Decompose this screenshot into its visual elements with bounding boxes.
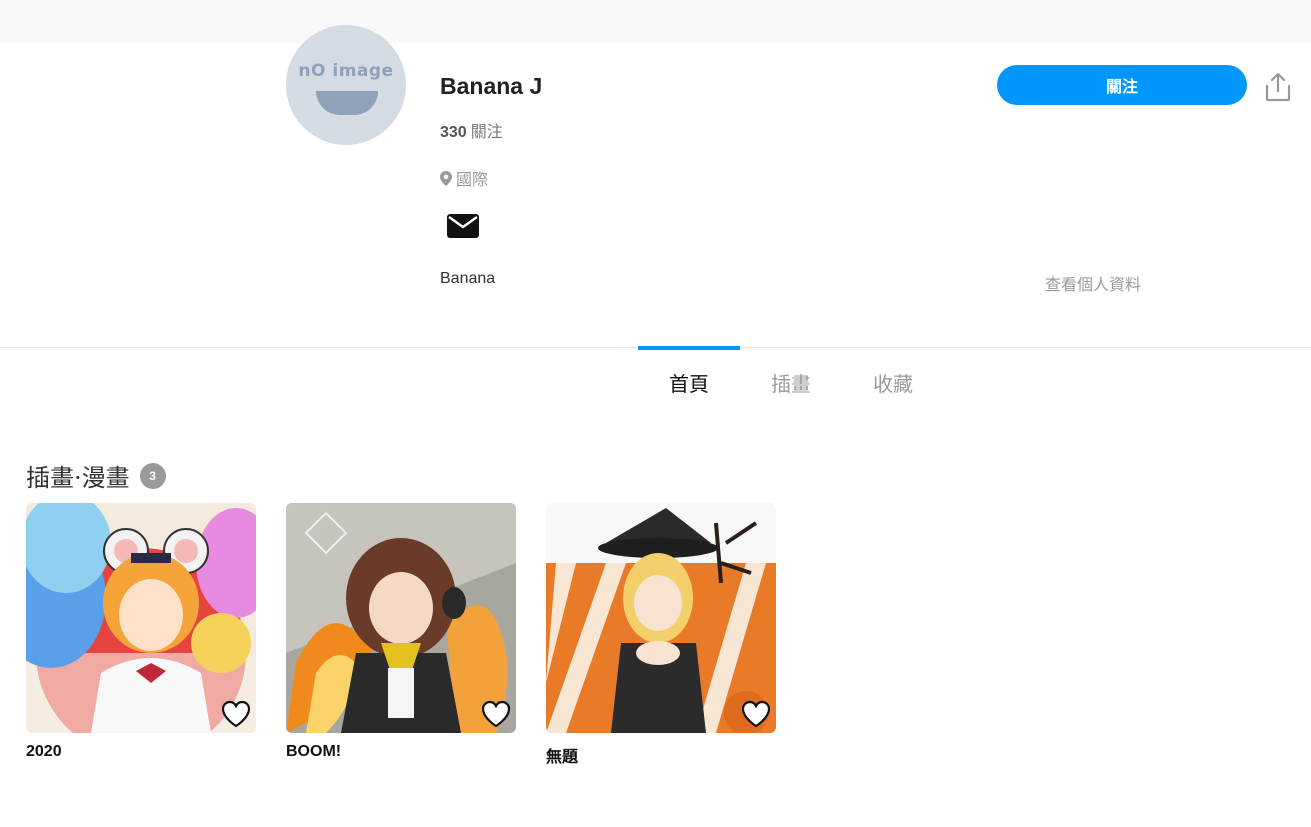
mail-icon[interactable] — [447, 214, 479, 238]
heart-icon[interactable] — [480, 699, 512, 729]
avatar-placeholder-smile — [316, 91, 378, 115]
work-thumbnail[interactable] — [26, 503, 256, 733]
work-thumbnail[interactable] — [546, 503, 776, 733]
work-card: 2020 — [26, 503, 256, 761]
tab-bookmarks[interactable]: 收藏 — [842, 346, 944, 418]
bio-text: Banana — [440, 270, 496, 287]
work-card: 無題 — [546, 503, 776, 767]
tab-illustrations[interactable]: 插畫 — [740, 346, 842, 418]
work-thumbnail[interactable] — [286, 503, 516, 733]
share-icon[interactable] — [1265, 72, 1291, 102]
works-section-title: 插畫·漫畫 — [26, 464, 130, 492]
location-text: 國際 — [456, 172, 489, 189]
works-count-badge: 3 — [139, 462, 166, 489]
top-bar — [0, 0, 1311, 43]
location: 國際 — [440, 166, 488, 190]
follow-button[interactable]: 關注 — [997, 65, 1247, 105]
followers-label: 關注 — [470, 124, 503, 141]
heart-icon[interactable] — [220, 699, 252, 729]
work-title[interactable]: BOOM! — [286, 743, 516, 761]
avatar-placeholder-text: nO image — [298, 61, 394, 81]
tab-home[interactable]: 首頁 — [638, 346, 740, 418]
work-card: BOOM! — [286, 503, 516, 761]
followers-count: 330 — [440, 124, 467, 141]
avatar: nO image — [286, 25, 406, 145]
location-pin-icon — [440, 170, 452, 186]
works-section-header: 插畫·漫畫 3 — [26, 458, 166, 493]
follower-stats[interactable]: 330 關注 — [440, 118, 503, 142]
profile-tabs: 首頁 插畫 收藏 — [638, 346, 944, 418]
view-profile-link[interactable]: 查看個人資料 — [1045, 271, 1141, 295]
work-title[interactable]: 2020 — [26, 743, 256, 761]
work-title[interactable]: 無題 — [546, 743, 776, 767]
heart-icon[interactable] — [740, 699, 772, 729]
user-name: Banana J — [440, 73, 543, 99]
